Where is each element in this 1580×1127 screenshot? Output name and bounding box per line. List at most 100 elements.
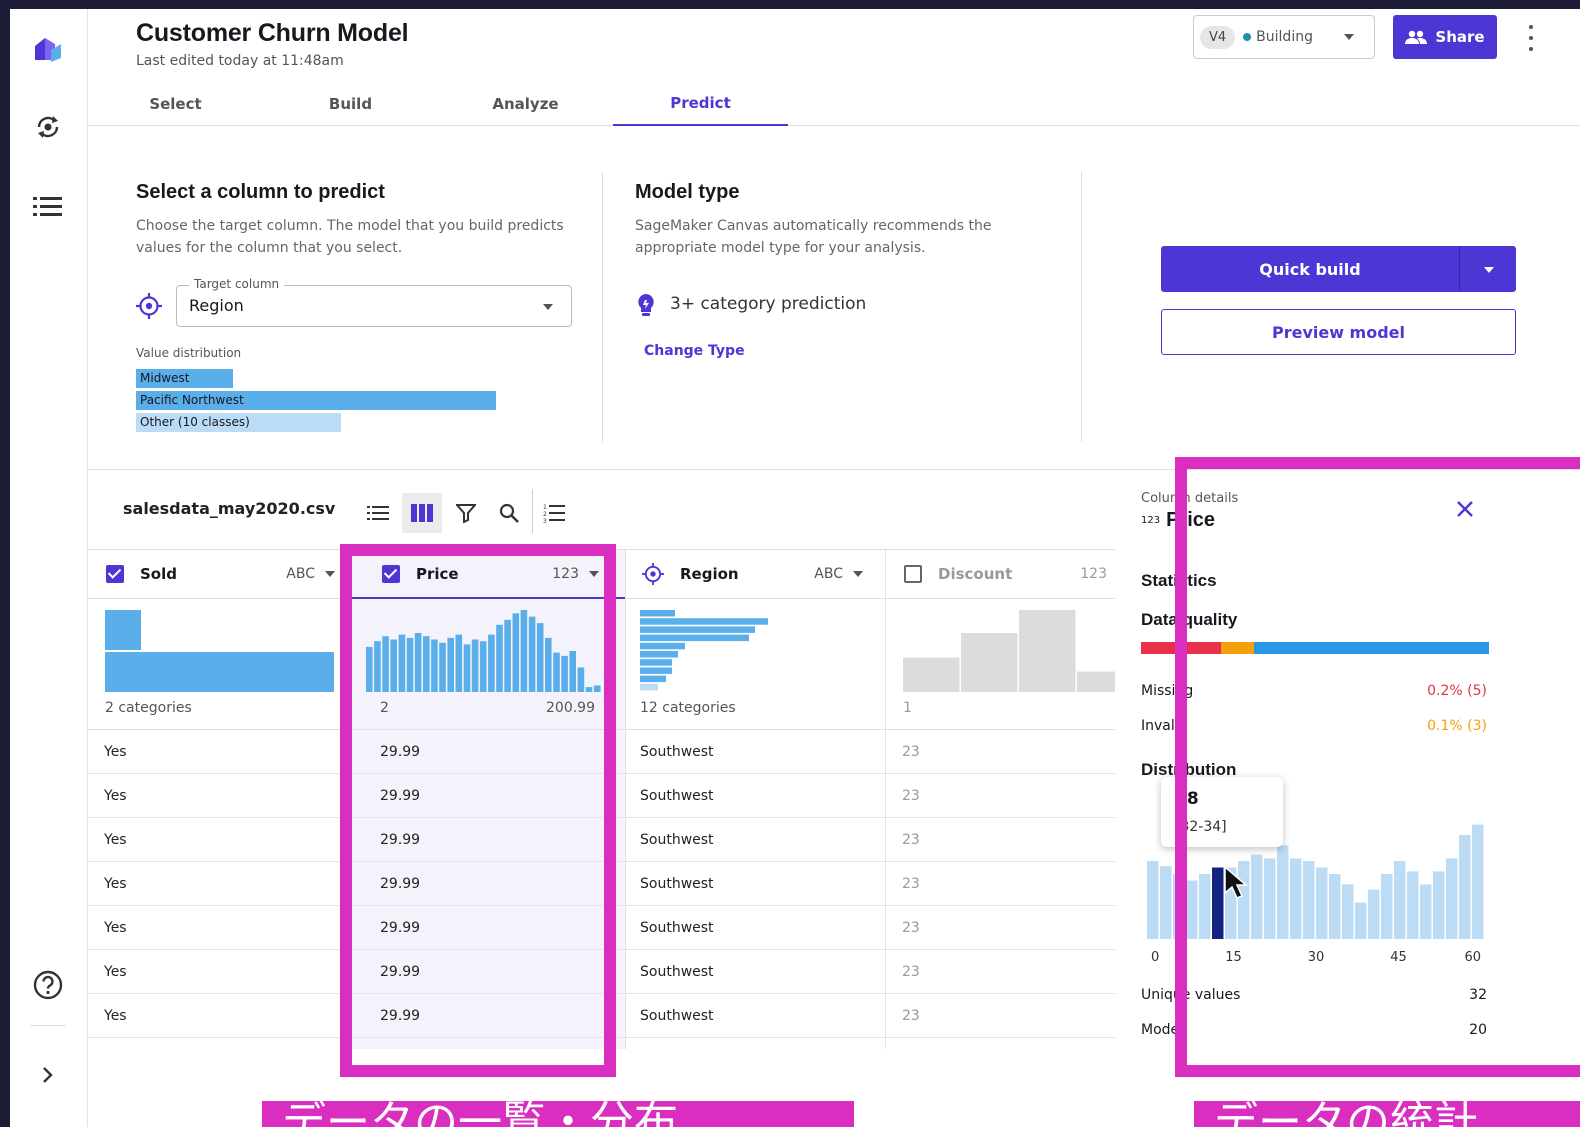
version-status: Building (1256, 29, 1313, 45)
filter-button[interactable] (446, 493, 486, 533)
app-window: Customer Churn Model Last edited today a… (10, 9, 1580, 1127)
chart-bar (105, 610, 141, 650)
svg-text:2: 2 (543, 511, 547, 518)
table-cell[interactable]: Yes (88, 774, 349, 818)
version-selector[interactable]: V4 Building (1193, 15, 1375, 59)
histogram-bar (1160, 866, 1172, 939)
caption-data-stats: データの統計 (1194, 1101, 1580, 1127)
table-cell[interactable]: Yes (88, 994, 349, 1038)
chevron-down-icon[interactable] (853, 571, 863, 577)
tab-analyze[interactable]: Analyze (438, 81, 613, 126)
column-checkbox[interactable] (106, 565, 124, 583)
list-icon[interactable] (30, 189, 66, 225)
table-cell[interactable]: 23 (886, 774, 1149, 818)
table-cell[interactable]: Southwest (626, 774, 885, 818)
chevron-down-icon[interactable] (325, 571, 335, 577)
preview-model-button[interactable]: Preview model (1161, 309, 1516, 355)
x-tick-label: 0 (1151, 950, 1159, 965)
tab-predict[interactable]: Predict (613, 81, 788, 126)
filter-icon (456, 504, 476, 523)
refresh-models-icon[interactable] (30, 109, 66, 145)
column-view-button[interactable] (402, 493, 442, 533)
distribution-bar-pacific-northwest: Pacific Northwest (136, 391, 496, 410)
ordered-list-button[interactable]: 123 (534, 493, 574, 533)
chart-bar (640, 683, 658, 691)
people-icon (1405, 30, 1428, 44)
svg-text:1: 1 (543, 504, 547, 511)
column-name: Region (680, 565, 739, 583)
section-divider (1081, 172, 1082, 442)
chart-bar (640, 675, 666, 683)
table-cell[interactable]: 23 (886, 994, 1149, 1038)
table-cell[interactable]: Southwest (626, 906, 885, 950)
canvas-logo-icon[interactable] (30, 31, 66, 67)
table-cell[interactable]: Southwest (626, 994, 885, 1038)
table-cell[interactable]: Southwest (626, 730, 885, 774)
table-cell[interactable]: Southwest (626, 862, 885, 906)
tab-select[interactable]: Select (88, 81, 263, 126)
column-checkbox[interactable] (904, 565, 922, 583)
table-cell[interactable]: 23 (886, 730, 1149, 774)
table-cell[interactable]: Southwest (626, 818, 885, 862)
target-heading: Select a column to predict (136, 181, 385, 203)
column-header-discount[interactable]: Discount 123 (886, 550, 1149, 599)
column-type: ABC (814, 566, 843, 582)
table-cell[interactable]: Yes (88, 906, 349, 950)
chart-bar (1019, 610, 1076, 692)
chart-bar (640, 667, 672, 674)
column-min: 1 (903, 700, 912, 716)
svg-text:3: 3 (543, 518, 547, 523)
discount-mini-chart (903, 610, 1134, 692)
more-options-icon[interactable] (1523, 25, 1539, 51)
table-cell[interactable]: 23 (886, 906, 1149, 950)
table-cell[interactable]: 23 (886, 862, 1149, 906)
tab-build[interactable]: Build (263, 81, 438, 126)
column-chart-discount: 1 4 (886, 600, 1149, 730)
column-details-highlight (1175, 457, 1580, 1077)
chevron-down-icon (1344, 34, 1354, 40)
table-cell[interactable]: Yes (88, 730, 349, 774)
share-button[interactable]: Share (1393, 15, 1497, 59)
table-cell[interactable]: Yes (88, 950, 349, 994)
column-region: Region ABC 12 categories Southwest Southw… (626, 550, 886, 1049)
mode-label: Mode (1141, 1022, 1180, 1038)
table-cell[interactable]: Yes (88, 818, 349, 862)
version-badge: V4 (1200, 25, 1236, 49)
column-type: ABC (286, 566, 315, 582)
column-header-sold[interactable]: Sold ABC (88, 550, 349, 599)
list-view-button[interactable] (358, 493, 398, 533)
help-icon[interactable] (30, 967, 66, 1003)
search-button[interactable] (489, 493, 529, 533)
share-label: Share (1435, 28, 1485, 46)
model-type-description-line1: SageMaker Canvas automatically recommend… (635, 218, 992, 234)
expand-chevron-icon[interactable] (30, 1057, 66, 1093)
left-rail (10, 9, 88, 1127)
chart-bar (640, 610, 675, 617)
column-chart-region: 12 categories (626, 600, 885, 730)
target-column-select[interactable]: Target column Region (176, 277, 572, 327)
target-description-line1: Choose the target column. The model that… (136, 218, 564, 234)
chart-bar (640, 642, 685, 650)
column-header-region[interactable]: Region ABC (626, 550, 885, 599)
dataset-filename: salesdata_may2020.csv (123, 499, 336, 518)
table-cell[interactable]: Southwest (626, 950, 885, 994)
chart-bar (105, 652, 334, 692)
target-column-label: Target column (189, 277, 285, 291)
column-view-icon (411, 504, 433, 522)
column-summary: 2 categories (105, 700, 192, 716)
column-chart-sold: 2 categories (88, 600, 349, 730)
column-name: Discount (938, 565, 1013, 583)
quick-build-button[interactable]: Quick build (1161, 246, 1516, 292)
table-cell[interactable]: Yes (88, 862, 349, 906)
change-type-link[interactable]: Change Type (644, 343, 745, 359)
distribution-bar-other: Other (10 classes) (136, 413, 341, 432)
caption-data-list: データの一覧・分布 (262, 1101, 854, 1127)
column-summary: 12 categories (640, 700, 736, 716)
model-type-value: 3+ category prediction (670, 294, 867, 314)
section-divider (602, 172, 603, 442)
model-type-heading: Model type (635, 181, 740, 203)
chart-bar (640, 651, 678, 658)
table-cell[interactable]: 23 (886, 818, 1149, 862)
chevron-down-icon[interactable] (1484, 267, 1494, 273)
table-cell[interactable]: 23 (886, 950, 1149, 994)
